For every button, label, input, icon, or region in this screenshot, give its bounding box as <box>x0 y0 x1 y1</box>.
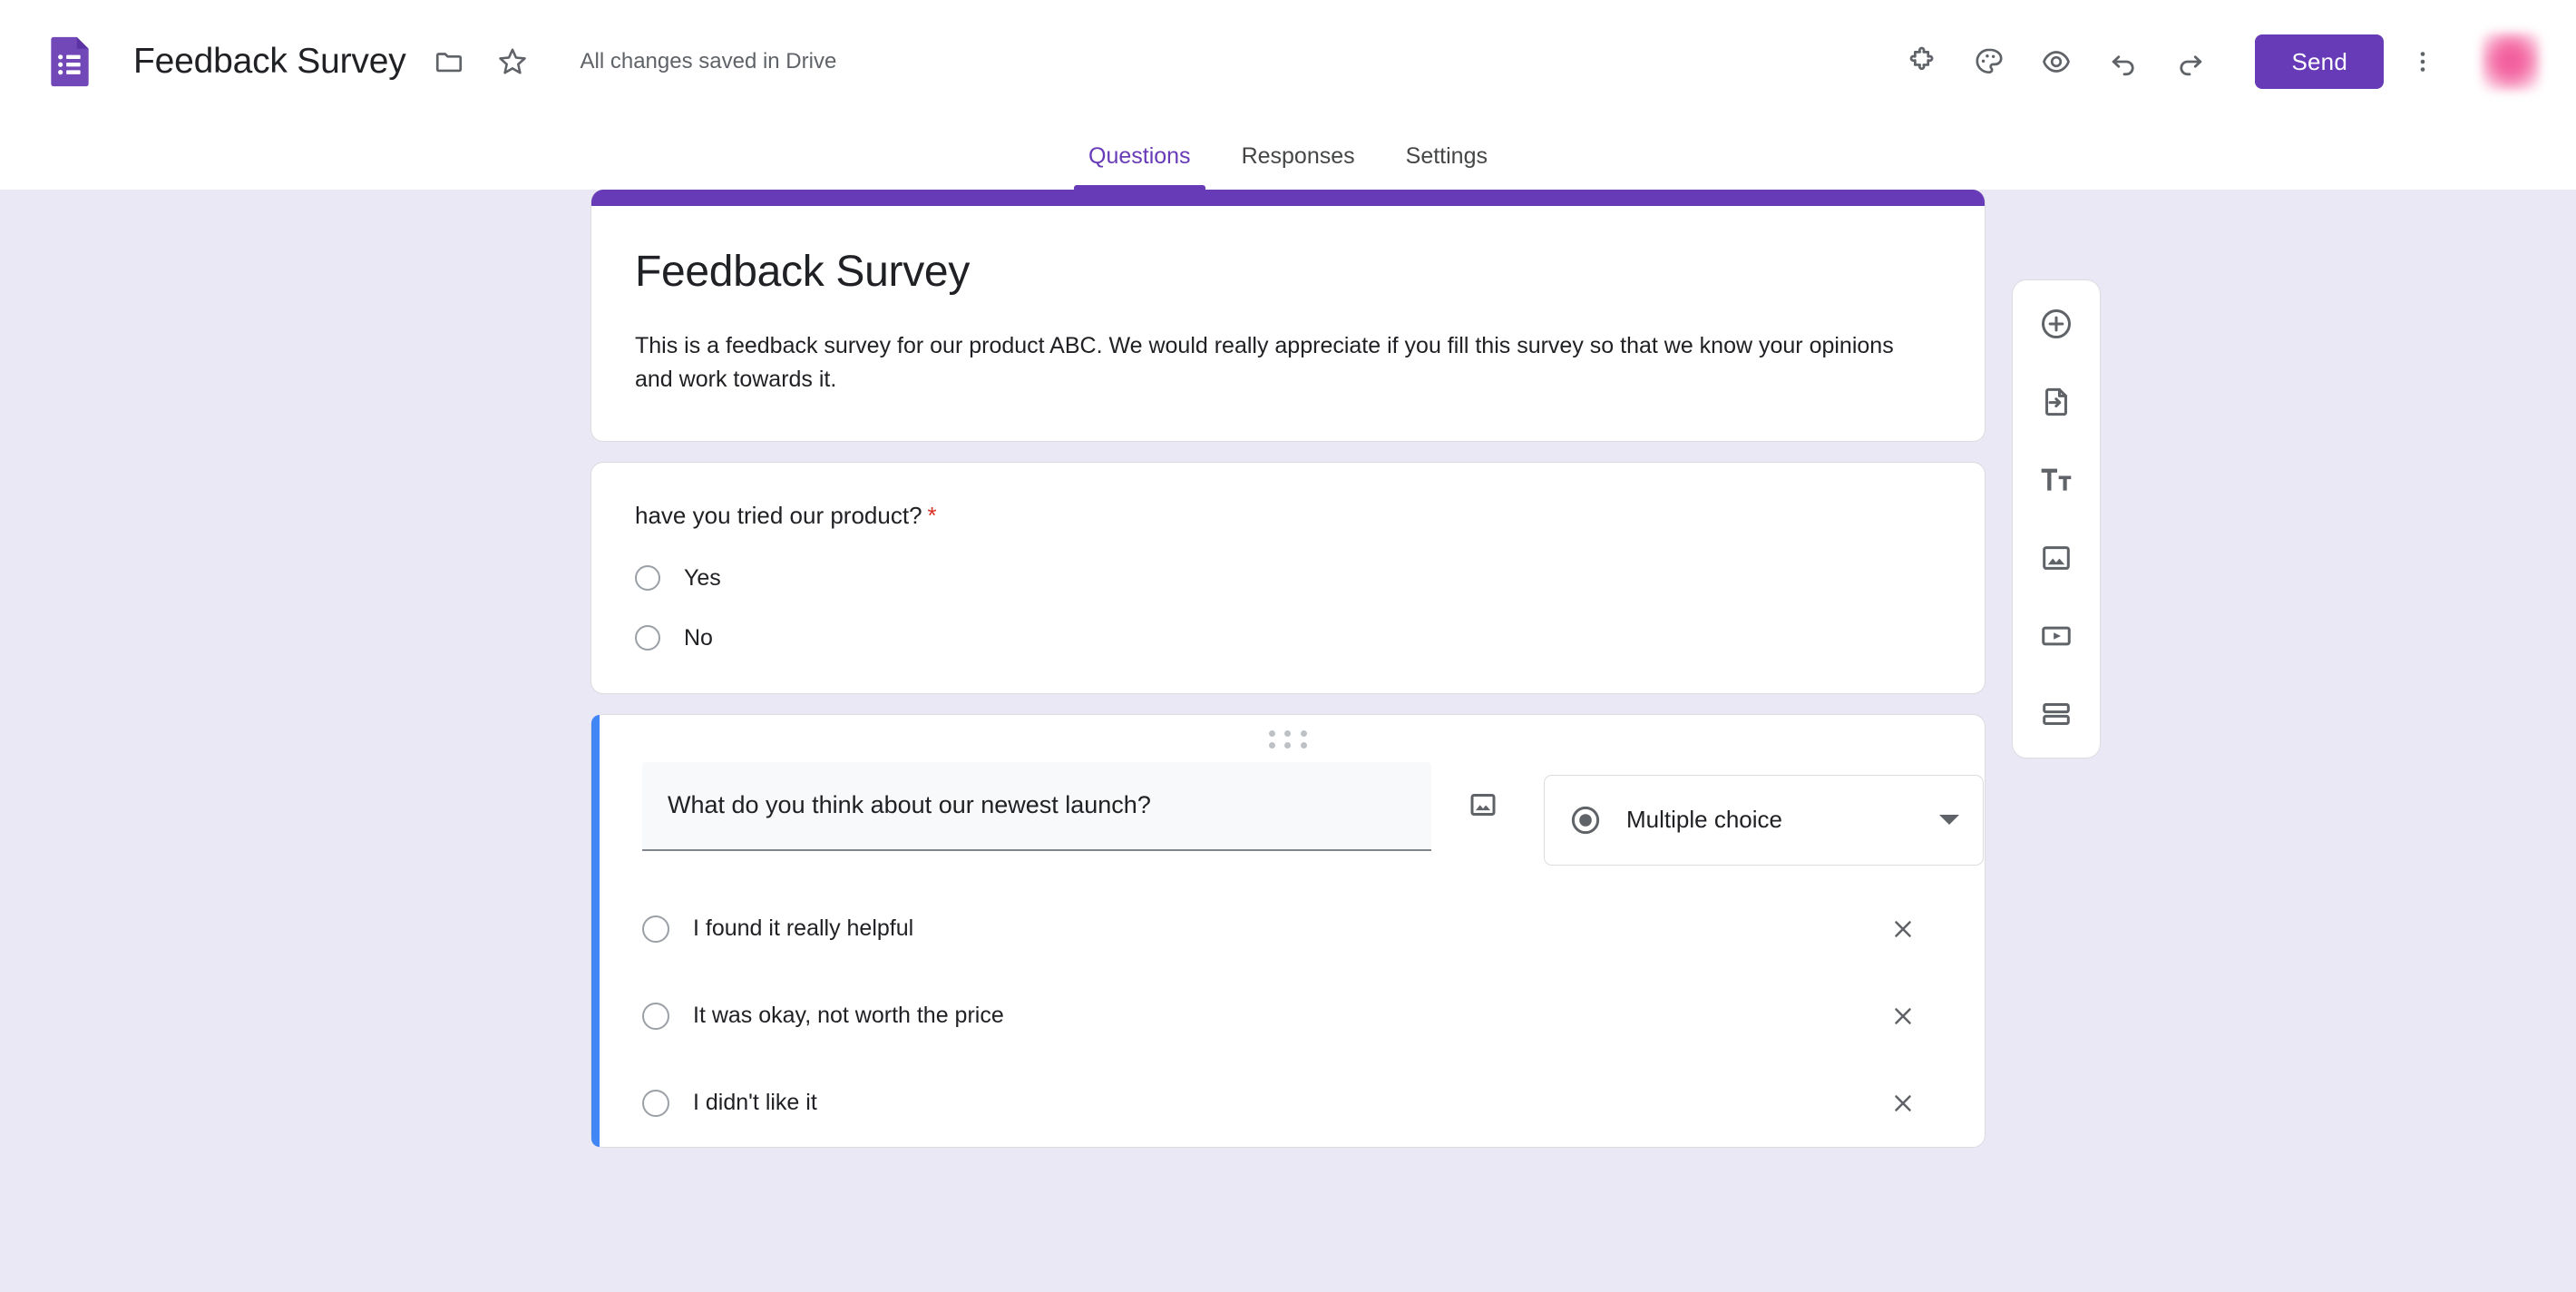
active-question-card[interactable]: What do you think about our newest launc… <box>590 714 1986 1148</box>
tab-settings[interactable]: Settings <box>1381 143 1513 190</box>
question-title: have you tried our product?* <box>635 499 1941 532</box>
radio-icon[interactable] <box>635 565 660 591</box>
form-header-card[interactable]: Feedback Survey This is a feedback surve… <box>590 190 1986 442</box>
question-type-select[interactable]: Multiple choice <box>1544 775 1984 866</box>
active-question-options: I found it really helpful It was okay, n… <box>591 866 1985 1147</box>
option-row[interactable]: It was okay, not worth the price <box>642 973 1941 1060</box>
active-question-accent-bar <box>591 715 600 1147</box>
radio-icon[interactable] <box>642 1090 669 1117</box>
palette-theme-icon[interactable] <box>1961 34 2017 90</box>
more-vertical-icon[interactable] <box>2395 34 2451 90</box>
title-text-icon[interactable] <box>2025 449 2087 511</box>
drag-handle-icon[interactable] <box>1267 729 1309 749</box>
radio-icon[interactable] <box>642 1003 669 1030</box>
option-row[interactable]: No <box>635 625 1941 651</box>
tab-questions[interactable]: Questions <box>1063 143 1216 190</box>
question-type-label: Multiple choice <box>1626 806 1939 834</box>
question-text-input[interactable]: What do you think about our newest launc… <box>642 762 1431 851</box>
google-forms-logo-icon[interactable] <box>42 34 98 90</box>
tab-responses[interactable]: Responses <box>1216 143 1381 190</box>
save-status-text: All changes saved in Drive <box>581 49 837 74</box>
redo-icon[interactable] <box>2162 34 2219 90</box>
option-input[interactable]: I found it really helpful <box>693 915 1879 942</box>
radio-icon[interactable] <box>635 625 660 651</box>
send-button[interactable]: Send <box>2255 34 2384 89</box>
undo-icon[interactable] <box>2095 34 2152 90</box>
document-title[interactable]: Feedback Survey <box>133 42 406 82</box>
option-label: Yes <box>684 565 721 592</box>
chevron-down-icon[interactable] <box>1939 815 1959 825</box>
form-canvas: Feedback Survey This is a feedback surve… <box>0 190 2576 1292</box>
eye-preview-icon[interactable] <box>2028 34 2084 90</box>
plus-circle-icon[interactable] <box>2025 293 2087 355</box>
puzzle-addons-icon[interactable] <box>1894 34 1950 90</box>
form-header-body: Feedback Survey This is a feedback surve… <box>591 206 1985 441</box>
radio-selected-icon <box>1568 803 1603 837</box>
option-input[interactable]: I didn't like it <box>693 1090 1879 1116</box>
video-icon[interactable] <box>2025 605 2087 667</box>
top-bar: Feedback Survey All changes saved in Dri… <box>0 0 2576 123</box>
section-icon[interactable] <box>2025 683 2087 745</box>
import-file-icon[interactable] <box>2025 371 2087 433</box>
form-description[interactable]: This is a feedback survey for our produc… <box>635 329 1923 397</box>
add-item-toolbar <box>2012 279 2101 759</box>
insert-image-icon[interactable] <box>1455 777 1511 833</box>
form-theme-stripe <box>591 190 1985 206</box>
form-column: Feedback Survey This is a feedback surve… <box>590 190 1986 1168</box>
active-question-toolbar-row: What do you think about our newest launc… <box>591 749 1985 866</box>
form-title[interactable]: Feedback Survey <box>635 246 1941 299</box>
required-marker: * <box>928 502 937 529</box>
option-label: No <box>684 625 713 651</box>
topbar-actions: Send <box>1894 33 2540 91</box>
close-icon[interactable] <box>1879 1080 1927 1127</box>
option-row[interactable]: I found it really helpful <box>642 886 1941 973</box>
close-icon[interactable] <box>1879 993 1927 1040</box>
question-title-text: have you tried our product? <box>635 502 922 529</box>
question-card[interactable]: have you tried our product?* Yes No <box>590 462 1986 694</box>
form-tabs: Questions Responses Settings <box>0 123 2576 190</box>
folder-icon[interactable] <box>421 34 477 90</box>
avatar[interactable] <box>2482 33 2540 91</box>
radio-icon[interactable] <box>642 915 669 943</box>
option-input[interactable]: It was okay, not worth the price <box>693 1003 1879 1029</box>
option-row[interactable]: Yes <box>635 565 1941 592</box>
star-icon[interactable] <box>484 34 541 90</box>
image-icon[interactable] <box>2025 527 2087 589</box>
option-row[interactable]: I didn't like it <box>642 1060 1941 1147</box>
close-icon[interactable] <box>1879 905 1927 953</box>
